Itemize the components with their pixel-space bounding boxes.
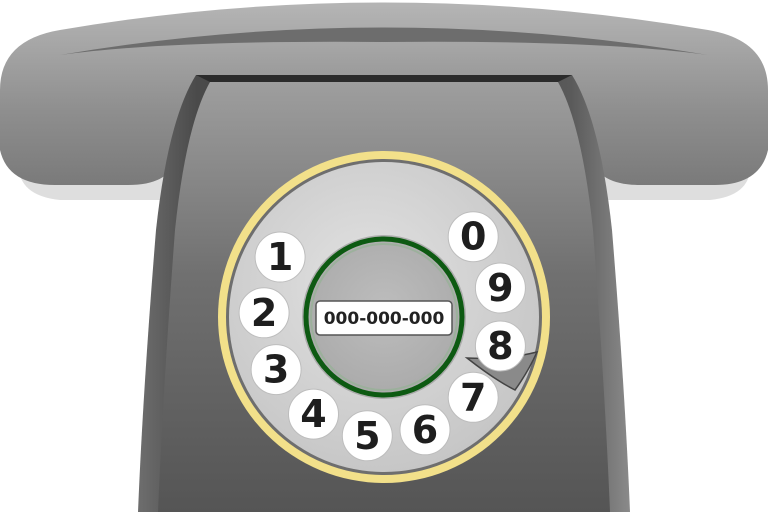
dial-digit-1: 1 <box>267 235 293 279</box>
dial-digit-4: 4 <box>300 392 326 436</box>
dial-digit-0: 0 <box>460 215 486 259</box>
dial-digit-5: 5 <box>354 414 380 458</box>
rotary-telephone-illustration: 1 2 34 5 678 90 000-000-000 <box>0 2 768 512</box>
dial-digit-8: 8 <box>487 324 513 368</box>
number-card-text: 000-000-000 <box>324 309 445 329</box>
dial-digit-6: 6 <box>412 408 438 452</box>
dial-digit-9: 9 <box>487 266 513 310</box>
dial-digit-2: 2 <box>251 291 277 335</box>
rotary-dial[interactable]: 1 2 34 5 678 90 000-000-000 <box>218 151 550 483</box>
dial-digit-7: 7 <box>460 375 486 419</box>
dial-digit-3: 3 <box>263 348 289 392</box>
number-card: 000-000-000 <box>315 300 453 336</box>
